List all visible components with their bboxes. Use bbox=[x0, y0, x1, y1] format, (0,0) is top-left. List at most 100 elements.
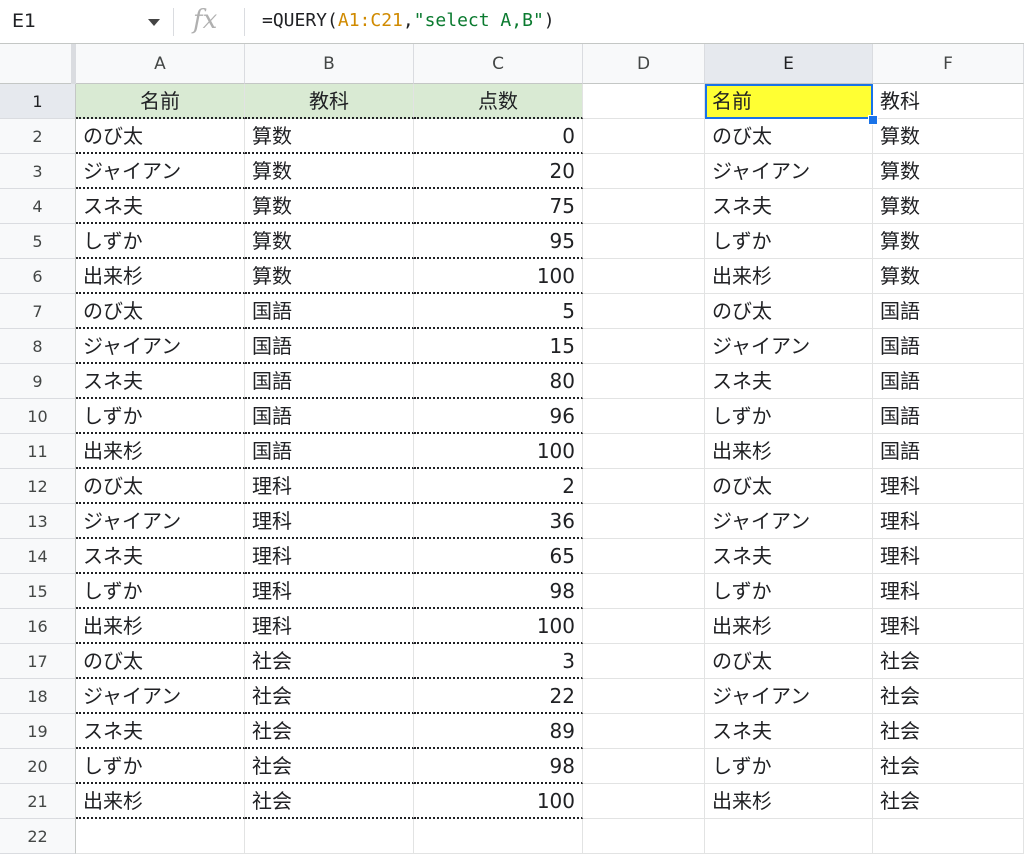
cell-a13[interactable]: ジャイアン bbox=[76, 504, 245, 539]
cell-a19[interactable]: スネ夫 bbox=[76, 714, 245, 749]
cell-b2[interactable]: 算数 bbox=[245, 119, 414, 154]
cell-e14[interactable]: スネ夫 bbox=[705, 539, 873, 574]
header-cell-a1[interactable]: 名前 bbox=[76, 84, 245, 119]
cell-c19[interactable]: 89 bbox=[414, 714, 583, 749]
row-header-17[interactable]: 17 bbox=[0, 644, 76, 679]
cell-a5[interactable]: しずか bbox=[76, 224, 245, 259]
cell-e12[interactable]: のび太 bbox=[705, 469, 873, 504]
cell-d6[interactable] bbox=[583, 259, 705, 294]
cell-b16[interactable]: 理科 bbox=[245, 609, 414, 644]
row-header-18[interactable]: 18 bbox=[0, 679, 76, 714]
header-cell-b1[interactable]: 教科 bbox=[245, 84, 414, 119]
cell-d7[interactable] bbox=[583, 294, 705, 329]
cell-c18[interactable]: 22 bbox=[414, 679, 583, 714]
cell-e16[interactable]: 出来杉 bbox=[705, 609, 873, 644]
row-header-3[interactable]: 3 bbox=[0, 154, 76, 189]
fill-handle[interactable] bbox=[868, 115, 878, 125]
row-header-22[interactable]: 22 bbox=[0, 819, 76, 854]
cell-e3[interactable]: ジャイアン bbox=[705, 154, 873, 189]
row-header-4[interactable]: 4 bbox=[0, 189, 76, 224]
cell-d12[interactable] bbox=[583, 469, 705, 504]
cell-d22[interactable] bbox=[583, 819, 705, 854]
row-header-14[interactable]: 14 bbox=[0, 539, 76, 574]
cell-f6[interactable]: 算数 bbox=[873, 259, 1024, 294]
cell-f11[interactable]: 国語 bbox=[873, 434, 1024, 469]
column-header-b[interactable]: B bbox=[245, 44, 414, 84]
cell-e22[interactable] bbox=[705, 819, 873, 854]
cell-d11[interactable] bbox=[583, 434, 705, 469]
cell-f1[interactable]: 教科 bbox=[873, 84, 1024, 119]
cell-c15[interactable]: 98 bbox=[414, 574, 583, 609]
cell-d3[interactable] bbox=[583, 154, 705, 189]
cell-c17[interactable]: 3 bbox=[414, 644, 583, 679]
cell-a16[interactable]: 出来杉 bbox=[76, 609, 245, 644]
cell-e15[interactable]: しずか bbox=[705, 574, 873, 609]
cell-f7[interactable]: 国語 bbox=[873, 294, 1024, 329]
cell-d4[interactable] bbox=[583, 189, 705, 224]
row-header-20[interactable]: 20 bbox=[0, 749, 76, 784]
cell-a6[interactable]: 出来杉 bbox=[76, 259, 245, 294]
row-header-7[interactable]: 7 bbox=[0, 294, 76, 329]
cell-f12[interactable]: 理科 bbox=[873, 469, 1024, 504]
cell-d15[interactable] bbox=[583, 574, 705, 609]
row-header-15[interactable]: 15 bbox=[0, 574, 76, 609]
column-header-c[interactable]: C bbox=[414, 44, 583, 84]
cell-d1[interactable] bbox=[583, 84, 705, 119]
cell-c2[interactable]: 0 bbox=[414, 119, 583, 154]
cell-e8[interactable]: ジャイアン bbox=[705, 329, 873, 364]
cell-f21[interactable]: 社会 bbox=[873, 784, 1024, 819]
cell-d9[interactable] bbox=[583, 364, 705, 399]
cell-f18[interactable]: 社会 bbox=[873, 679, 1024, 714]
cell-d10[interactable] bbox=[583, 399, 705, 434]
cell-b12[interactable]: 理科 bbox=[245, 469, 414, 504]
cell-d14[interactable] bbox=[583, 539, 705, 574]
column-header-f[interactable]: F bbox=[873, 44, 1024, 84]
cell-f3[interactable]: 算数 bbox=[873, 154, 1024, 189]
row-header-16[interactable]: 16 bbox=[0, 609, 76, 644]
cell-b20[interactable]: 社会 bbox=[245, 749, 414, 784]
cell-b19[interactable]: 社会 bbox=[245, 714, 414, 749]
cell-f10[interactable]: 国語 bbox=[873, 399, 1024, 434]
cell-b15[interactable]: 理科 bbox=[245, 574, 414, 609]
cell-c13[interactable]: 36 bbox=[414, 504, 583, 539]
cell-c10[interactable]: 96 bbox=[414, 399, 583, 434]
cell-e20[interactable]: しずか bbox=[705, 749, 873, 784]
select-all-corner[interactable] bbox=[0, 44, 76, 84]
cell-d21[interactable] bbox=[583, 784, 705, 819]
cell-e5[interactable]: しずか bbox=[705, 224, 873, 259]
cell-a22[interactable] bbox=[76, 819, 245, 854]
cell-a20[interactable]: しずか bbox=[76, 749, 245, 784]
cell-c4[interactable]: 75 bbox=[414, 189, 583, 224]
cell-b3[interactable]: 算数 bbox=[245, 154, 414, 189]
cell-d20[interactable] bbox=[583, 749, 705, 784]
name-box[interactable]: E1 bbox=[0, 0, 172, 44]
cell-b17[interactable]: 社会 bbox=[245, 644, 414, 679]
cell-d5[interactable] bbox=[583, 224, 705, 259]
row-header-10[interactable]: 10 bbox=[0, 399, 76, 434]
active-cell-e1[interactable]: 名前 bbox=[705, 84, 873, 119]
row-header-11[interactable]: 11 bbox=[0, 434, 76, 469]
cell-d19[interactable] bbox=[583, 714, 705, 749]
cell-f2[interactable]: 算数 bbox=[873, 119, 1024, 154]
row-header-13[interactable]: 13 bbox=[0, 504, 76, 539]
cell-d2[interactable] bbox=[583, 119, 705, 154]
cell-f22[interactable] bbox=[873, 819, 1024, 854]
cell-e11[interactable]: 出来杉 bbox=[705, 434, 873, 469]
chevron-down-icon[interactable] bbox=[148, 19, 160, 26]
cell-d8[interactable] bbox=[583, 329, 705, 364]
cell-b22[interactable] bbox=[245, 819, 414, 854]
cell-f15[interactable]: 理科 bbox=[873, 574, 1024, 609]
cell-c12[interactable]: 2 bbox=[414, 469, 583, 504]
cell-e7[interactable]: のび太 bbox=[705, 294, 873, 329]
cell-a11[interactable]: 出来杉 bbox=[76, 434, 245, 469]
cell-c5[interactable]: 95 bbox=[414, 224, 583, 259]
cell-a8[interactable]: ジャイアン bbox=[76, 329, 245, 364]
cell-c22[interactable] bbox=[414, 819, 583, 854]
column-header-e[interactable]: E bbox=[705, 44, 873, 84]
cell-a10[interactable]: しずか bbox=[76, 399, 245, 434]
row-header-19[interactable]: 19 bbox=[0, 714, 76, 749]
header-cell-c1[interactable]: 点数 bbox=[414, 84, 583, 119]
cell-e9[interactable]: スネ夫 bbox=[705, 364, 873, 399]
cell-d13[interactable] bbox=[583, 504, 705, 539]
cell-a21[interactable]: 出来杉 bbox=[76, 784, 245, 819]
